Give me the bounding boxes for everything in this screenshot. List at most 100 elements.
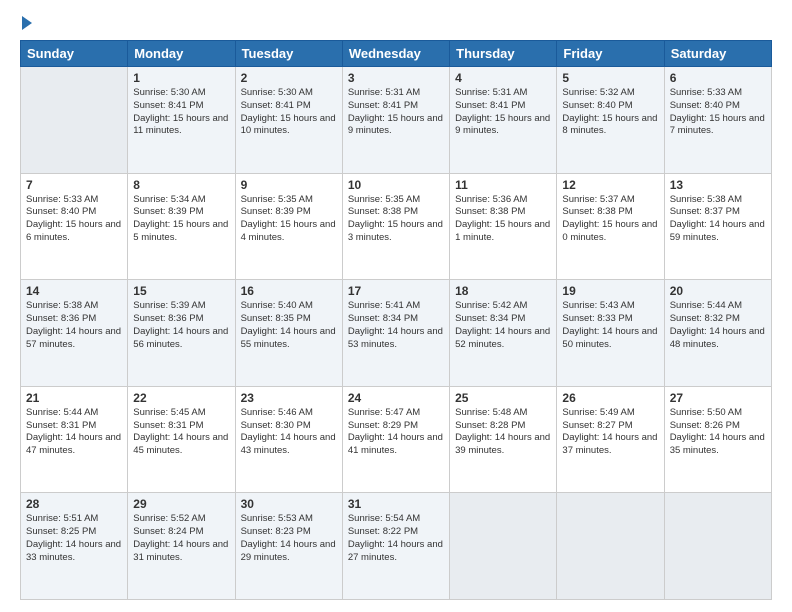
calendar-cell: 10 Sunrise: 5:35 AMSunset: 8:38 PMDayligh…	[342, 173, 449, 280]
day-number: 31	[348, 497, 444, 511]
logo	[20, 16, 32, 30]
calendar-cell: 8 Sunrise: 5:34 AMSunset: 8:39 PMDaylight…	[128, 173, 235, 280]
day-number: 21	[26, 391, 122, 405]
day-info: Sunrise: 5:45 AMSunset: 8:31 PMDaylight:…	[133, 407, 229, 458]
calendar-cell: 17Sunrise: 5:41 AMSunset: 8:34 PMDayligh…	[342, 280, 449, 387]
calendar-cell: 27 Sunrise: 5:50 AMSunset: 8:26 PMDayligh…	[664, 386, 771, 493]
calendar-cell: 2 Sunrise: 5:30 AMSunset: 8:41 PMDaylight…	[235, 67, 342, 174]
calendar-week-row: 1 Sunrise: 5:30 AMSunset: 8:41 PMDaylight…	[21, 67, 772, 174]
calendar-header-cell: Wednesday	[342, 41, 449, 67]
calendar-week-row: 7 Sunrise: 5:33 AMSunset: 8:40 PMDaylight…	[21, 173, 772, 280]
day-info: Sunrise: 5:50 AMSunset: 8:26 PMDaylight:…	[670, 407, 766, 458]
calendar-cell	[450, 493, 557, 600]
day-number: 3	[348, 71, 444, 85]
calendar-cell: 18Sunrise: 5:42 AMSunset: 8:34 PMDayligh…	[450, 280, 557, 387]
day-number: 30	[241, 497, 337, 511]
day-info: Sunrise: 5:51 AMSunset: 8:25 PMDaylight:…	[26, 513, 122, 564]
calendar-cell: 4 Sunrise: 5:31 AMSunset: 8:41 PMDaylight…	[450, 67, 557, 174]
calendar-cell	[21, 67, 128, 174]
day-number: 26	[562, 391, 658, 405]
calendar-cell: 23Sunrise: 5:46 AMSunset: 8:30 PMDayligh…	[235, 386, 342, 493]
calendar-cell: 19Sunrise: 5:43 AMSunset: 8:33 PMDayligh…	[557, 280, 664, 387]
day-number: 12	[562, 178, 658, 192]
day-info: Sunrise: 5:32 AMSunset: 8:40 PMDaylight:…	[562, 87, 658, 138]
page: SundayMondayTuesdayWednesdayThursdayFrid…	[0, 0, 792, 612]
calendar-week-row: 21 Sunrise: 5:44 AMSunset: 8:31 PMDayligh…	[21, 386, 772, 493]
day-number: 29	[133, 497, 229, 511]
day-info: Sunrise: 5:48 AMSunset: 8:28 PMDaylight:…	[455, 407, 551, 458]
calendar-cell: 3 Sunrise: 5:31 AMSunset: 8:41 PMDaylight…	[342, 67, 449, 174]
calendar-cell: 31 Sunrise: 5:54 AMSunset: 8:22 PMDayligh…	[342, 493, 449, 600]
calendar-cell: 11 Sunrise: 5:36 AMSunset: 8:38 PMDayligh…	[450, 173, 557, 280]
day-info: Sunrise: 5:36 AMSunset: 8:38 PMDaylight:…	[455, 194, 551, 245]
day-number: 20	[670, 284, 766, 298]
calendar-cell: 7 Sunrise: 5:33 AMSunset: 8:40 PMDaylight…	[21, 173, 128, 280]
day-info: Sunrise: 5:53 AMSunset: 8:23 PMDaylight:…	[241, 513, 337, 564]
day-number: 18	[455, 284, 551, 298]
day-info: Sunrise: 5:44 AMSunset: 8:32 PMDaylight:…	[670, 300, 766, 351]
day-number: 11	[455, 178, 551, 192]
day-info: Sunrise: 5:54 AMSunset: 8:22 PMDaylight:…	[348, 513, 444, 564]
day-number: 9	[241, 178, 337, 192]
calendar-cell	[557, 493, 664, 600]
calendar-week-row: 14Sunrise: 5:38 AMSunset: 8:36 PMDayligh…	[21, 280, 772, 387]
day-number: 1	[133, 71, 229, 85]
calendar-cell: 14Sunrise: 5:38 AMSunset: 8:36 PMDayligh…	[21, 280, 128, 387]
day-number: 7	[26, 178, 122, 192]
day-number: 4	[455, 71, 551, 85]
day-info: Sunrise: 5:47 AMSunset: 8:29 PMDaylight:…	[348, 407, 444, 458]
calendar-cell: 25 Sunrise: 5:48 AMSunset: 8:28 PMDayligh…	[450, 386, 557, 493]
day-info: Sunrise: 5:52 AMSunset: 8:24 PMDaylight:…	[133, 513, 229, 564]
day-number: 14	[26, 284, 122, 298]
calendar-cell: 24Sunrise: 5:47 AMSunset: 8:29 PMDayligh…	[342, 386, 449, 493]
calendar-cell: 12Sunrise: 5:37 AMSunset: 8:38 PMDayligh…	[557, 173, 664, 280]
calendar-cell: 9 Sunrise: 5:35 AMSunset: 8:39 PMDaylight…	[235, 173, 342, 280]
calendar-cell: 22Sunrise: 5:45 AMSunset: 8:31 PMDayligh…	[128, 386, 235, 493]
calendar-header-cell: Friday	[557, 41, 664, 67]
day-info: Sunrise: 5:30 AMSunset: 8:41 PMDaylight:…	[241, 87, 337, 138]
day-number: 5	[562, 71, 658, 85]
calendar-table: SundayMondayTuesdayWednesdayThursdayFrid…	[20, 40, 772, 600]
day-number: 13	[670, 178, 766, 192]
calendar-cell: 20 Sunrise: 5:44 AMSunset: 8:32 PMDayligh…	[664, 280, 771, 387]
day-number: 6	[670, 71, 766, 85]
calendar-cell: 5 Sunrise: 5:32 AMSunset: 8:40 PMDaylight…	[557, 67, 664, 174]
day-info: Sunrise: 5:35 AMSunset: 8:39 PMDaylight:…	[241, 194, 337, 245]
day-info: Sunrise: 5:33 AMSunset: 8:40 PMDaylight:…	[26, 194, 122, 245]
day-number: 8	[133, 178, 229, 192]
calendar-cell: 29 Sunrise: 5:52 AMSunset: 8:24 PMDayligh…	[128, 493, 235, 600]
day-info: Sunrise: 5:39 AMSunset: 8:36 PMDaylight:…	[133, 300, 229, 351]
day-number: 16	[241, 284, 337, 298]
day-info: Sunrise: 5:44 AMSunset: 8:31 PMDaylight:…	[26, 407, 122, 458]
day-number: 2	[241, 71, 337, 85]
calendar-cell: 1 Sunrise: 5:30 AMSunset: 8:41 PMDaylight…	[128, 67, 235, 174]
day-info: Sunrise: 5:31 AMSunset: 8:41 PMDaylight:…	[348, 87, 444, 138]
calendar-cell: 16 Sunrise: 5:40 AMSunset: 8:35 PMDayligh…	[235, 280, 342, 387]
day-info: Sunrise: 5:35 AMSunset: 8:38 PMDaylight:…	[348, 194, 444, 245]
day-number: 25	[455, 391, 551, 405]
logo-arrow-icon	[22, 16, 32, 30]
day-info: Sunrise: 5:33 AMSunset: 8:40 PMDaylight:…	[670, 87, 766, 138]
day-number: 10	[348, 178, 444, 192]
day-number: 17	[348, 284, 444, 298]
day-number: 28	[26, 497, 122, 511]
day-info: Sunrise: 5:43 AMSunset: 8:33 PMDaylight:…	[562, 300, 658, 351]
calendar-cell: 15 Sunrise: 5:39 AMSunset: 8:36 PMDayligh…	[128, 280, 235, 387]
calendar-header-cell: Saturday	[664, 41, 771, 67]
calendar-header-cell: Monday	[128, 41, 235, 67]
day-info: Sunrise: 5:40 AMSunset: 8:35 PMDaylight:…	[241, 300, 337, 351]
day-info: Sunrise: 5:38 AMSunset: 8:37 PMDaylight:…	[670, 194, 766, 245]
calendar-cell: 13 Sunrise: 5:38 AMSunset: 8:37 PMDayligh…	[664, 173, 771, 280]
day-info: Sunrise: 5:34 AMSunset: 8:39 PMDaylight:…	[133, 194, 229, 245]
calendar-cell: 30 Sunrise: 5:53 AMSunset: 8:23 PMDayligh…	[235, 493, 342, 600]
calendar-body: 1 Sunrise: 5:30 AMSunset: 8:41 PMDaylight…	[21, 67, 772, 600]
day-number: 15	[133, 284, 229, 298]
day-info: Sunrise: 5:31 AMSunset: 8:41 PMDaylight:…	[455, 87, 551, 138]
day-info: Sunrise: 5:49 AMSunset: 8:27 PMDaylight:…	[562, 407, 658, 458]
calendar-cell: 26 Sunrise: 5:49 AMSunset: 8:27 PMDayligh…	[557, 386, 664, 493]
day-number: 27	[670, 391, 766, 405]
calendar-header-row: SundayMondayTuesdayWednesdayThursdayFrid…	[21, 41, 772, 67]
calendar-header-cell: Thursday	[450, 41, 557, 67]
header	[20, 16, 772, 30]
day-info: Sunrise: 5:30 AMSunset: 8:41 PMDaylight:…	[133, 87, 229, 138]
